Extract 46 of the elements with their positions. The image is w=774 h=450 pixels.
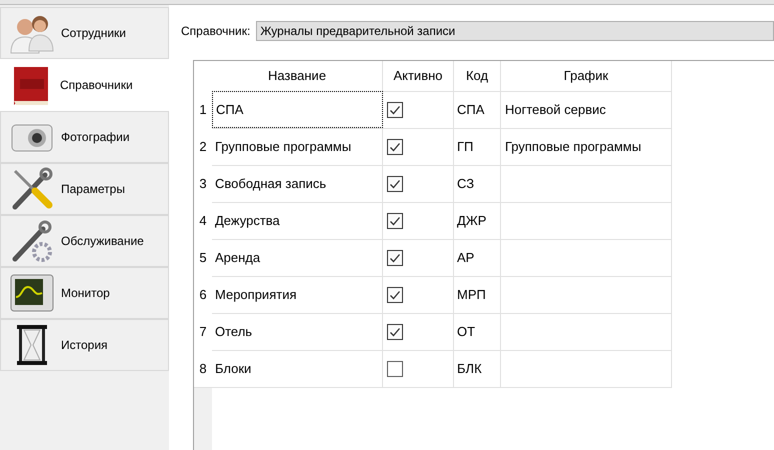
checkbox[interactable] — [387, 176, 403, 192]
table-cell: ГП — [454, 128, 501, 165]
table-cell: СПА — [454, 91, 501, 128]
check-icon — [389, 215, 401, 227]
checkbox[interactable] — [387, 139, 403, 155]
reference-dropdown[interactable]: Журналы предварительной записи — [256, 21, 774, 41]
table-cell: Блоки — [212, 350, 383, 387]
column-header[interactable]: График — [501, 61, 672, 91]
checkbox[interactable] — [387, 250, 403, 266]
table-cell: БЛК — [454, 350, 501, 387]
check-icon — [389, 141, 401, 153]
sidebar-item[interactable]: Фотографии — [0, 111, 169, 163]
table-cell: МРП — [454, 276, 501, 313]
check-icon — [389, 289, 401, 301]
column-header[interactable]: Активно — [383, 61, 454, 91]
checkbox[interactable] — [387, 324, 403, 340]
table-cell: Групповые программы — [212, 128, 383, 165]
checkbox[interactable] — [387, 102, 403, 118]
sidebar-item[interactable]: Обслуживание — [0, 215, 169, 267]
checkbox[interactable] — [387, 361, 403, 377]
table-cell: Аренда — [212, 239, 383, 276]
reference-label: Справочник: — [181, 23, 250, 40]
table-cell: Мероприятия — [212, 276, 383, 313]
check-icon — [389, 104, 401, 116]
table-cell: Групповые программы — [501, 128, 672, 165]
check-icon — [389, 252, 401, 264]
table-cell: Свободная запись — [212, 165, 383, 202]
table-cell: СЗ — [454, 165, 501, 202]
table-cell: Дежурства — [212, 202, 383, 239]
sidebar-item[interactable]: История — [0, 319, 169, 371]
table-cell: Ногтевой сервис — [501, 91, 672, 128]
checkbox[interactable] — [387, 213, 403, 229]
column-header[interactable]: Название — [212, 61, 383, 91]
sidebar-item[interactable]: Сотрудники — [0, 7, 169, 59]
table-cell: ДЖР — [454, 202, 501, 239]
checkbox[interactable] — [387, 287, 403, 303]
sidebar-item[interactable]: Справочники — [0, 59, 169, 111]
check-icon — [389, 326, 401, 338]
sidebar-item[interactable]: Параметры — [0, 163, 169, 215]
table-cell: Отель — [212, 313, 383, 350]
table-cell: СПА — [212, 91, 383, 128]
table-cell: АР — [454, 239, 501, 276]
check-icon — [389, 178, 401, 190]
sidebar-item[interactable]: Монитор — [0, 267, 169, 319]
table-cell: ОТ — [454, 313, 501, 350]
column-header[interactable]: Код — [454, 61, 501, 91]
